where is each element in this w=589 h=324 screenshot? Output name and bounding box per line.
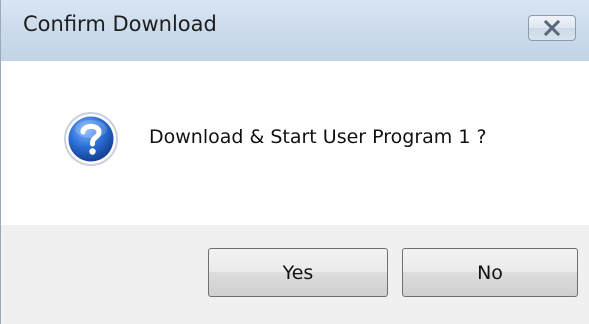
no-button[interactable]: No	[402, 248, 578, 297]
question-icon	[64, 112, 118, 166]
window-border	[0, 0, 1, 324]
title-bar[interactable]: Confirm Download	[0, 0, 589, 61]
yes-button[interactable]: Yes	[208, 248, 388, 297]
confirm-message: Download & Start User Program 1 ?	[149, 126, 487, 148]
close-button[interactable]	[528, 15, 576, 41]
window-title: Confirm Download	[23, 12, 217, 36]
close-icon	[543, 19, 561, 37]
confirm-download-dialog: Confirm Download Download & Start User P…	[0, 0, 589, 324]
